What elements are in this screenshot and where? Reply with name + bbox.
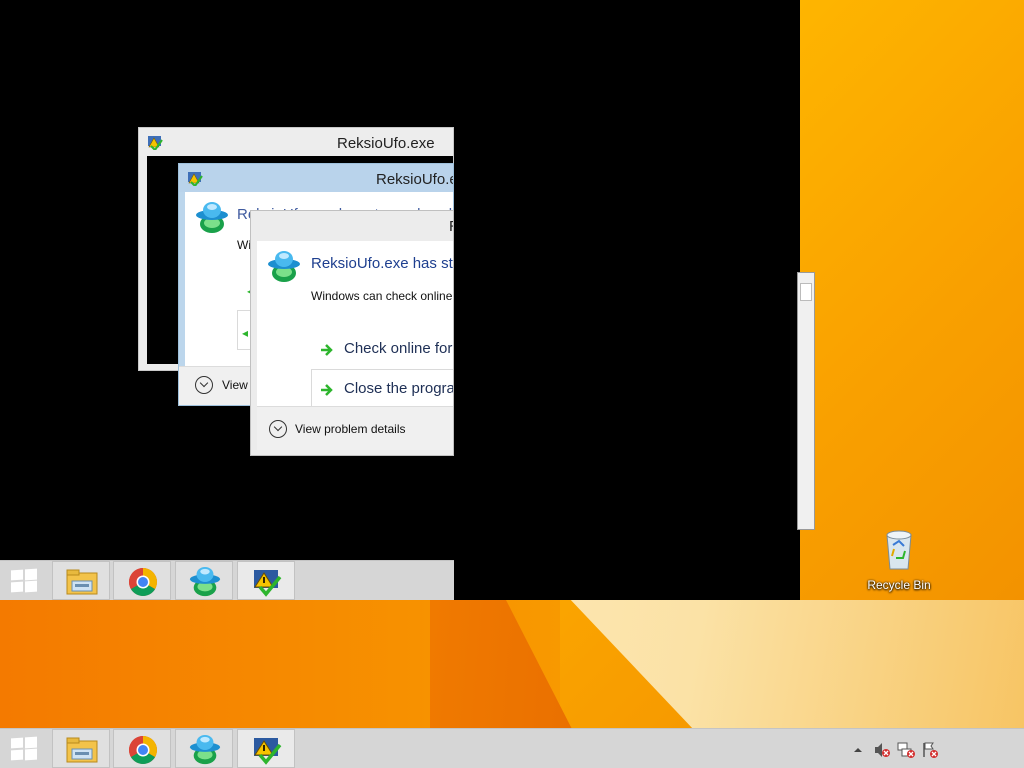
chrome-taskbar-button[interactable] [113,561,171,600]
ghost-window-edge-control [800,283,812,301]
arrow-fragment-icon: ◂ [242,326,249,340]
expand-details-icon[interactable] [269,420,287,438]
chrome-taskbar-button[interactable] [113,729,171,768]
taskbar [0,728,1024,768]
start-button[interactable] [0,729,50,768]
expand-details-icon[interactable] [195,376,213,394]
ghost-taskbar [0,560,454,600]
dialog-subtext: Wi [237,238,251,252]
network-disconnected-icon[interactable] [897,741,915,758]
file-explorer-taskbar-button[interactable] [52,729,110,768]
action-center-flag-icon[interactable] [921,741,938,758]
action-center-taskbar-button[interactable] [237,561,295,600]
volume-muted-icon[interactable] [873,741,890,757]
ghost-window-edge [797,272,815,530]
app-warning-icon [188,172,203,186]
windows-logo-icon [11,736,37,761]
chrome-icon [129,736,157,764]
windows-logo-icon [11,568,37,593]
show-hidden-icons-chevron-icon[interactable] [850,742,866,758]
check-online-label: Check online for [344,340,453,357]
reksio-ufo-icon [189,566,221,597]
app-warning-icon [148,136,163,150]
error-dialog-front[interactable]: R ReksioUfo.exe has sto Windows can chec… [250,210,454,456]
dialog-footer: View problem details [257,406,453,450]
dialog-titlebar[interactable]: ReksioUfo.exe [179,164,453,192]
chrome-icon [129,568,157,596]
view-problem-details-link[interactable]: View problem details [295,422,406,436]
recycle-bin-desktop-icon[interactable]: Recycle Bin [864,527,934,592]
reksio-ufo-icon [189,734,221,765]
green-arrow-icon [321,344,333,356]
view-details-link[interactable]: View [222,378,248,392]
dialog-content: ReksioUfo.exe has sto Windows can check … [257,241,454,409]
check-online-option[interactable]: Check online for [311,329,453,369]
dialog-title: ReksioUfo.exe [376,171,453,188]
dialog-title: R [449,218,453,235]
dialog-headline: ReksioUfo.exe has sto [311,255,454,272]
dialog-title: ReksioUfo.exe [337,135,435,152]
reksio-ufo-taskbar-button[interactable] [175,561,233,600]
start-button[interactable] [0,561,50,600]
action-center-warning-icon [254,738,282,765]
reksio-ufo-taskbar-button[interactable] [175,729,233,768]
dialog-subtext: Windows can check online [311,289,453,303]
action-center-taskbar-button[interactable] [237,729,295,768]
action-center-warning-icon [254,570,282,597]
close-program-label: Close the progra [344,380,454,397]
recycle-bin-icon [886,530,912,570]
dialog-titlebar[interactable]: R [251,211,453,239]
green-arrow-icon [321,384,333,396]
folder-icon [66,569,98,595]
reksio-ufo-icon [268,251,300,282]
folder-icon [66,737,98,763]
recycle-bin-label: Recycle Bin [867,578,931,592]
file-explorer-taskbar-button[interactable] [52,561,110,600]
close-program-option[interactable]: Close the progra [311,369,454,409]
reksio-ufo-icon [196,202,228,233]
dialog-titlebar[interactable]: ReksioUfo.exe [139,128,453,156]
